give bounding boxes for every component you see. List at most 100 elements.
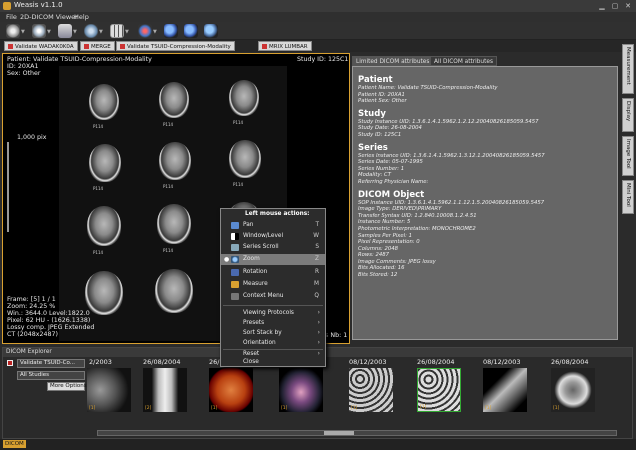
attr-line: Image Type: DERIVED\PRIMARY: [358, 206, 442, 213]
menu-label: Context Menu: [243, 293, 284, 299]
brain-slice: [89, 144, 121, 182]
status-bar: DICOM: [0, 439, 636, 450]
attr-line: Photometric Interpretation: MONOCHROME2: [358, 225, 476, 232]
sync-icon[interactable]: [138, 24, 152, 38]
open-cdrom-icon[interactable]: [32, 24, 46, 38]
thumbnail-endoscopy[interactable]: [1]: [279, 368, 323, 412]
menu-item-pan[interactable]: Pan T: [221, 220, 325, 231]
brain-slice: [155, 269, 193, 313]
app-icon: [3, 2, 11, 10]
scrollbar-thumb[interactable]: [324, 431, 354, 435]
menu-viewer[interactable]: 2D-DICOM Viewer: [20, 13, 78, 21]
film-label: P114: [93, 124, 104, 129]
tab-limited-attributes[interactable]: Limited DICOM attributes: [352, 56, 434, 66]
film-label: P114: [233, 182, 244, 187]
film-label: P114: [93, 250, 104, 255]
tab-study-1[interactable]: Validate WADAK0K0A: [4, 41, 78, 51]
study-select[interactable]: All Studies: [17, 371, 85, 380]
menu-item-measure[interactable]: Measure M: [221, 279, 325, 290]
patient-select[interactable]: Validate TSUID-Co...: [17, 359, 85, 368]
menu-item-context-menu[interactable]: Context Menu Q: [221, 291, 325, 302]
menu-shortcut: M: [313, 281, 319, 287]
patient-overlay: Patient: Validate TSUID-Compression-Moda…: [7, 56, 152, 77]
tab-study-3[interactable]: Validate TSUID-Compression-Modality: [116, 41, 235, 51]
thumb-date: 08/12/2003: [483, 358, 521, 366]
attr-line: Instance Number: 5: [358, 219, 411, 226]
menu-shortcut: Q: [314, 293, 319, 299]
close-icon[interactable]: [8, 44, 13, 49]
menu-item-close[interactable]: Close: [221, 357, 325, 368]
chevron-down-icon[interactable]: ▼: [99, 29, 104, 35]
zoom-in-icon[interactable]: [164, 24, 178, 38]
overlay-line: Zoom: 24.25 %: [7, 303, 56, 310]
status-label: DICOM: [3, 440, 26, 448]
zoom-out-icon[interactable]: [184, 24, 198, 38]
chevron-down-icon[interactable]: ▼: [21, 29, 26, 35]
thumbnail-chest-ct[interactable]: [1]: [551, 368, 595, 412]
horizontal-scrollbar[interactable]: [97, 430, 617, 436]
thumb-label: [2]: [145, 406, 152, 411]
tab-label: Validate WADAK0K0A: [15, 44, 74, 50]
menu-item-orientation[interactable]: Orientation ›: [221, 338, 325, 349]
thumbnail-knee-mr[interactable]: [2]: [143, 368, 187, 412]
menu-file[interactable]: File: [6, 13, 17, 21]
close-icon[interactable]: [120, 44, 125, 49]
brain-slice: [159, 82, 189, 118]
attr-line: Transfer Syntax UID: 1.2.840.10008.1.2.4…: [358, 212, 477, 219]
close-icon[interactable]: [84, 44, 89, 49]
close-icon[interactable]: ✕: [624, 2, 632, 10]
close-icon[interactable]: [262, 44, 267, 49]
menu-label: Rotation: [243, 269, 268, 275]
chevron-down-icon[interactable]: ▼: [73, 29, 78, 35]
export-icon[interactable]: [84, 24, 98, 38]
overlay-line: ID: 20XA1: [7, 63, 39, 70]
best-fit-icon[interactable]: [204, 24, 218, 38]
more-options-button[interactable]: More Options: [47, 382, 87, 391]
attr-line: Study ID: 125C1: [358, 131, 402, 138]
lossy-warning: Lossy comp. JPEG Extended: [7, 324, 95, 331]
film-label: P114: [163, 122, 174, 127]
layout-icon[interactable]: [110, 24, 124, 38]
attr-line: Bits Stored: 12: [358, 272, 398, 279]
thumbnail-fundus[interactable]: [1]: [209, 368, 253, 412]
attr-line: Image Comments: JPEG lossy: [358, 258, 436, 265]
thumbnail-fluoro[interactable]: [1]: [87, 368, 131, 412]
tab-image-tool[interactable]: Image Tool: [622, 136, 634, 176]
menu-shortcut: S: [315, 244, 319, 250]
thumb-date: 2/2003: [89, 358, 112, 366]
menu-help[interactable]: Help: [74, 13, 89, 21]
tab-measurement[interactable]: Measurement: [622, 44, 634, 94]
tab-all-attributes[interactable]: All DICOM attributes: [430, 56, 497, 66]
thumbnail-ct-selected[interactable]: [1]: [417, 368, 461, 412]
tab-mini-tool[interactable]: Mini Tool: [622, 180, 634, 214]
chevron-down-icon[interactable]: ▼: [153, 29, 158, 35]
section-title: Patient: [358, 75, 393, 85]
image-info-overlay: Frame: [5] 1 / 1 Zoom: 24.25 % Win.: 364…: [7, 296, 94, 338]
menu-label: Zoom: [243, 256, 260, 262]
menu-item-series-scroll[interactable]: Series Scroll S: [221, 242, 325, 253]
import-icon[interactable]: [58, 24, 72, 38]
zoom-icon: [231, 256, 239, 263]
attr-line: Patient Name: Validate TSUID-Compression…: [358, 85, 498, 91]
thumbnail-ct-series[interactable]: [1]: [349, 368, 393, 412]
minimize-icon[interactable]: ▁: [598, 2, 606, 10]
menu-item-zoom[interactable]: ● Zoom Z: [221, 254, 325, 265]
tab-display[interactable]: Display: [622, 98, 634, 132]
chevron-down-icon[interactable]: ▼: [47, 29, 52, 35]
attr-line: Columns: 2048: [358, 245, 398, 252]
tab-study-2[interactable]: MERGE: [80, 41, 115, 51]
menu-item-window-level[interactable]: Window/Level W: [221, 231, 325, 242]
chevron-down-icon[interactable]: ▼: [125, 29, 130, 35]
thumbnail-xray[interactable]: [1]: [483, 368, 527, 412]
tab-study-4[interactable]: MRIX LUMBAR: [258, 41, 312, 51]
menu-item-rotation[interactable]: Rotation R: [221, 267, 325, 278]
maximize-icon[interactable]: ▢: [611, 2, 619, 10]
open-file-icon[interactable]: [6, 24, 20, 38]
attr-line: Samples Per Pixel: 1: [358, 232, 412, 239]
brain-slice: [159, 142, 191, 180]
attr-line: Patient Sex: Other: [358, 98, 407, 105]
section-title: DICOM Object: [358, 189, 425, 200]
thumb-date: 26/08/2004: [143, 358, 181, 366]
brain-slice: [229, 140, 261, 178]
film-label: P114: [233, 120, 244, 125]
